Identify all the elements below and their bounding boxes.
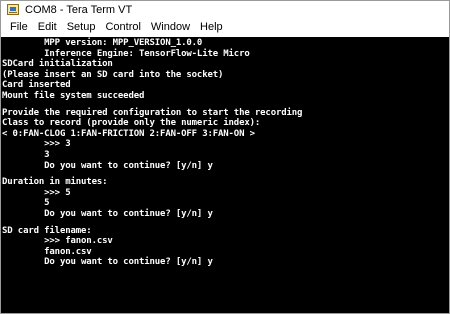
title-bar[interactable]: COM8 - Tera Term VT [1, 1, 449, 18]
terminal-line: 3 [2, 149, 50, 160]
terminal-output[interactable]: MPP version: MPP_VERSION_1.0.0 Inference… [1, 37, 449, 313]
window-title: COM8 - Tera Term VT [25, 3, 133, 16]
terminal-line: Do you want to continue? [y/n] y [2, 208, 213, 219]
terminal-line: Card inserted [2, 80, 71, 91]
tera-term-window: COM8 - Tera Term VT File Edit Setup Cont… [0, 0, 450, 314]
tera-term-app-icon[interactable] [7, 4, 19, 15]
menu-file[interactable]: File [5, 18, 33, 37]
terminal-line: >>> 3 [2, 139, 71, 150]
terminal-line: < 0:FAN-CLOG 1:FAN-FRICTION 2:FAN-OFF 3:… [2, 128, 255, 139]
terminal-line: Class to record (provide only the numeri… [2, 118, 261, 129]
terminal-line: Provide the required configuration to st… [2, 107, 303, 118]
terminal-line: SDCard initialization [2, 59, 113, 70]
menu-window[interactable]: Window [146, 18, 195, 37]
menu-control[interactable]: Control [100, 18, 145, 37]
terminal-line: SD card filename: [2, 225, 92, 236]
terminal-line: fanon.csv [2, 246, 92, 257]
terminal-line: Duration in minutes: [2, 177, 108, 188]
menu-setup[interactable]: Setup [62, 18, 101, 37]
terminal-line: (Please insert an SD card into the socke… [2, 69, 224, 80]
terminal-line: Do you want to continue? [y/n] y [2, 160, 213, 171]
terminal-line: Mount file system succeeded [2, 90, 145, 101]
terminal-line: Do you want to continue? [y/n] y [2, 257, 213, 268]
menu-help[interactable]: Help [195, 18, 228, 37]
terminal-line: >>> fanon.csv [2, 236, 113, 247]
terminal-line: >>> 5 [2, 187, 71, 198]
menu-edit[interactable]: Edit [33, 18, 62, 37]
terminal-line: MPP version: MPP_VERSION_1.0.0 [2, 38, 203, 48]
terminal-line: Inference Engine: TensorFlow-Lite Micro [2, 48, 250, 59]
menu-bar: File Edit Setup Control Window Help [1, 18, 449, 37]
terminal-line: 5 [2, 198, 50, 209]
